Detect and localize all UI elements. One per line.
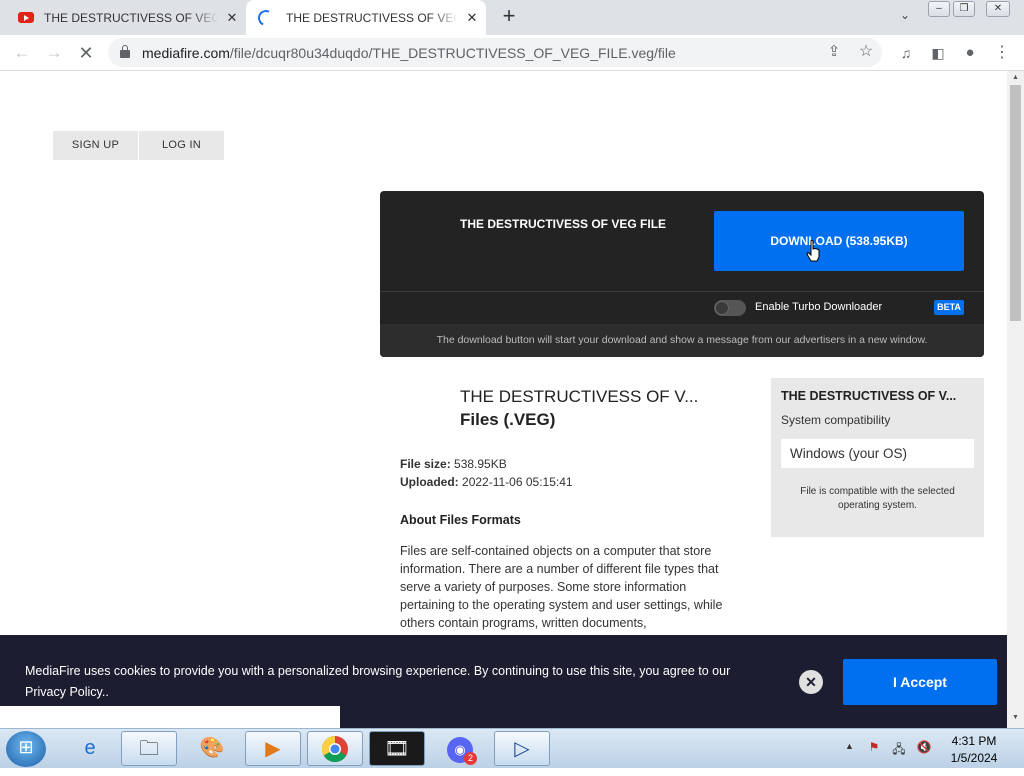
action-center-flag-icon[interactable]: ⚑ — [866, 740, 882, 756]
bookmark-star-icon[interactable]: ☆ — [856, 42, 876, 62]
url-host: mediafire.com — [142, 45, 230, 61]
browser-tab-2-active[interactable]: THE DESTRUCTIVESS OF VEG FILE ✕ — [246, 0, 486, 35]
page-strip — [0, 706, 340, 728]
scroll-down-arrow-icon[interactable]: ▼ — [1007, 711, 1024, 725]
download-button[interactable]: DOWNLOAD (538.95KB) — [714, 211, 964, 271]
window-restore-button[interactable]: ❐ — [953, 1, 975, 17]
discord-logo-icon: ◉ 2 — [447, 737, 477, 765]
show-hidden-icons-arrow[interactable]: ▲ — [845, 741, 854, 751]
browser-tab-strip: THE DESTRUCTIVESS OF VEG FILE ✕ THE DEST… — [0, 0, 1024, 35]
file-size: File size: 538.95KB — [400, 457, 507, 471]
compatibility-title: THE DESTRUCTIVESS OF V... — [781, 389, 957, 403]
file-name-heading: THE DESTRUCTIVESS OF V... — [460, 387, 699, 406]
network-icon[interactable]: 🖧 — [891, 740, 907, 756]
side-panel-icon[interactable]: ◧ — [928, 43, 948, 63]
media-player-icon[interactable]: ▶ — [245, 731, 301, 766]
about-formats-text: Files are self-contained objects on a co… — [400, 544, 723, 630]
log-in-button[interactable]: LOG IN — [139, 131, 224, 160]
start-button[interactable] — [6, 731, 46, 767]
cookie-close-icon[interactable]: ✕ — [799, 670, 823, 694]
forward-arrow-icon[interactable]: → — [44, 43, 64, 63]
turbo-downloader-toggle[interactable] — [714, 300, 746, 316]
about-formats-heading: About Files Formats — [400, 513, 521, 527]
download-note: The download button will start your down… — [436, 334, 928, 346]
url-path: /file/dcuqr80u34duqdo/THE_DESTRUCTIVESS_… — [229, 45, 676, 61]
browser-tab-1[interactable]: THE DESTRUCTIVESS OF VEG FILE ✕ — [8, 0, 246, 35]
paint-icon[interactable]: 🎨 — [184, 731, 240, 766]
menu-kebab-icon[interactable]: ⋮ — [992, 43, 1012, 63]
download-file-title: THE DESTRUCTIVESS OF VEG FILE — [460, 217, 667, 231]
file-size-label: File size: — [400, 457, 451, 471]
compatibility-panel: THE DESTRUCTIVESS OF V... System compati… — [771, 378, 984, 537]
tab-title: THE DESTRUCTIVESS OF VEG FILE — [44, 10, 218, 25]
clock-date[interactable]: 1/5/2024 — [940, 751, 1008, 765]
divider — [380, 291, 984, 292]
video-editor-icon[interactable]: 🎞 — [369, 731, 425, 766]
youtube-icon — [18, 12, 34, 23]
hand-cursor-icon — [806, 240, 820, 262]
discord-icon[interactable]: ◉ 2 — [432, 731, 488, 766]
compatibility-note: File is compatible with the selected ope… — [800, 486, 955, 511]
sign-up-button[interactable]: SIGN UP — [53, 131, 138, 160]
url-text[interactable]: mediafire.com/file/dcuqr80u34duqdo/THE_D… — [142, 45, 676, 61]
turbo-downloader-label: Enable Turbo Downloader — [755, 301, 883, 313]
new-tab-button[interactable]: + — [498, 5, 520, 28]
scroll-thumb[interactable] — [1010, 85, 1021, 321]
scroll-up-arrow-icon[interactable]: ▲ — [1007, 71, 1024, 85]
address-bar[interactable]: mediafire.com/file/dcuqr80u34duqdo/THE_D… — [108, 38, 882, 67]
accept-cookies-button[interactable]: I Accept — [843, 659, 997, 705]
cookie-message: MediaFire uses cookies to provide you wi… — [25, 664, 731, 699]
window-minimize-button[interactable]: – — [928, 1, 950, 17]
media-control-icon[interactable]: ♫ — [896, 43, 916, 63]
loading-spinner-icon — [255, 7, 277, 28]
file-type-heading: Files (.VEG) — [460, 410, 556, 429]
file-size-value: 538.95KB — [454, 457, 507, 471]
beta-badge: BETA — [934, 300, 964, 315]
page-scrollbar[interactable]: ▲ ▼ — [1007, 71, 1024, 728]
page-content: SIGN UP LOG IN THE DESTRUCTIVESS OF VEG … — [0, 71, 1007, 728]
volume-muted-icon[interactable]: 🔇 — [916, 740, 932, 756]
discord-badge: 2 — [464, 752, 477, 765]
tab-search-chevron-icon[interactable]: ⌄ — [896, 8, 914, 26]
stop-loading-icon[interactable]: ✕ — [76, 43, 96, 63]
lock-icon[interactable] — [120, 45, 130, 59]
tab-title: THE DESTRUCTIVESS OF VEG FILE — [286, 10, 458, 25]
file-explorer-icon[interactable]: 🗀 — [121, 731, 177, 766]
upload-date-label: Uploaded: — [400, 475, 459, 489]
os-selector[interactable]: Windows (your OS) — [781, 439, 974, 468]
compatibility-subtitle: System compatibility — [781, 413, 891, 427]
close-tab-icon[interactable]: ✕ — [464, 10, 480, 26]
clock-time[interactable]: 4:31 PM — [940, 734, 1008, 748]
upload-date-value: 2022-11-06 05:15:41 — [462, 475, 573, 489]
media-app-icon[interactable]: ▷ — [494, 731, 550, 766]
windows-taskbar: e 🗀 🎨 ▶ 🎞 ◉2 ▷ ▲ ⚑ 🖧 🔇 4:31 PM 1/5/2024 — [0, 728, 1024, 768]
download-card: THE DESTRUCTIVESS OF VEG FILE DOWNLOAD (… — [380, 191, 984, 357]
chrome-logo-icon — [321, 735, 348, 763]
upload-date: Uploaded: 2022-11-06 05:15:41 — [400, 475, 573, 489]
window-close-button[interactable]: ✕ — [986, 1, 1010, 17]
internet-explorer-icon[interactable]: e — [62, 731, 118, 766]
browser-toolbar: ← → ✕ mediafire.com/file/dcuqr80u34duqdo… — [0, 35, 1024, 71]
close-tab-icon[interactable]: ✕ — [224, 10, 240, 26]
profile-avatar-icon[interactable]: ● — [960, 43, 980, 63]
back-arrow-icon[interactable]: ← — [12, 43, 32, 63]
chrome-icon[interactable] — [307, 731, 363, 766]
share-icon[interactable]: ⇪ — [824, 42, 844, 62]
